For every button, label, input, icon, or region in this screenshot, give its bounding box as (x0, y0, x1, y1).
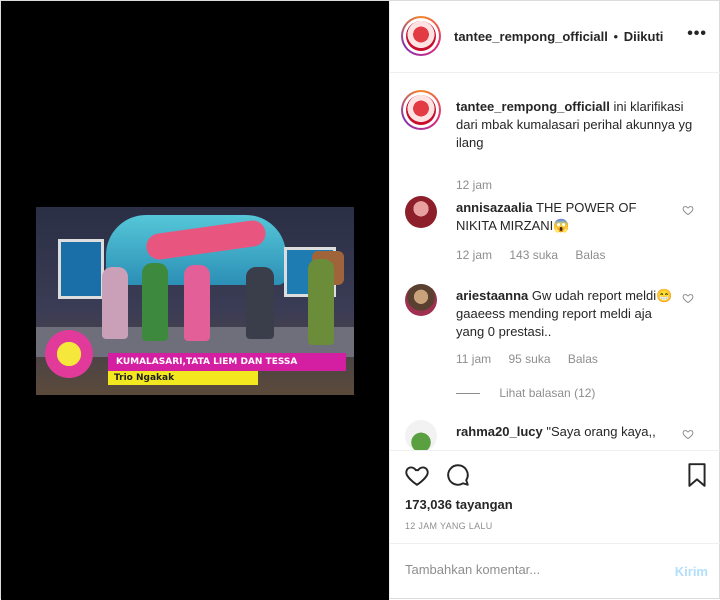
post-side-panel: tantee_rempong_officiall • Diikuti ••• t… (389, 1, 720, 600)
comment-likes[interactable]: 95 suka (508, 352, 550, 366)
person (308, 259, 334, 345)
separator-dot: • (613, 29, 619, 44)
person (184, 265, 210, 341)
like-heart-icon[interactable] (404, 462, 430, 488)
post-header: tantee_rempong_officiall • Diikuti ••• (390, 1, 720, 73)
view-replies[interactable]: Lihat balasan (12) (456, 386, 595, 400)
avatar[interactable] (401, 90, 441, 130)
avatar[interactable] (401, 16, 441, 56)
show-logo (42, 325, 96, 383)
reply-button[interactable]: Balas (568, 352, 598, 366)
heart-icon[interactable] (682, 428, 694, 440)
caption-time[interactable]: 12 jam (456, 178, 492, 192)
comment-text: ariestaanna Gw udah report meldi😁 gaaees… (456, 287, 676, 341)
avatar[interactable] (405, 196, 437, 228)
lower-third-title: KUMALASARI,TATA LIEM DAN TESSA MARISKA (108, 353, 346, 385)
comment-input[interactable] (405, 562, 645, 577)
comment-time[interactable]: 11 jam (456, 352, 491, 366)
comment-body: "Saya orang kaya,, (546, 424, 656, 439)
comment-meta: 12 jam 143 suka Balas (456, 248, 619, 262)
media-pane: KUMALASARI,TATA LIEM DAN TESSA MARISKA T… (1, 1, 389, 600)
more-options-icon[interactable]: ••• (687, 25, 707, 43)
divider (456, 393, 480, 395)
comment-username[interactable]: rahma20_lucy (456, 424, 543, 439)
person (246, 267, 274, 339)
follow-status-button[interactable]: Diikuti (624, 29, 664, 44)
comment-composer: Kirim (390, 543, 720, 600)
comment-bubble-icon[interactable] (445, 462, 471, 488)
post-comment-button[interactable]: Kirim (675, 564, 708, 579)
person (142, 263, 168, 341)
header-username-row: tantee_rempong_officiall • Diikuti (454, 29, 663, 44)
comment-meta: 11 jam 95 suka Balas (456, 352, 612, 366)
comment-text: annisazaalia THE POWER OF NIKITA MIRZANI… (456, 199, 676, 235)
avatar[interactable] (405, 284, 437, 316)
heart-icon[interactable] (682, 292, 694, 304)
view-replies-label[interactable]: Lihat balasan (12) (499, 386, 595, 400)
username-link[interactable]: tantee_rempong_officiall (454, 29, 608, 44)
comments-list[interactable]: tantee_rempong_officiall ini klarifikasi… (390, 74, 720, 450)
video-player[interactable]: KUMALASARI,TATA LIEM DAN TESSA MARISKA T… (36, 207, 354, 395)
post-timestamp[interactable]: 12 JAM YANG LALU (405, 521, 493, 531)
avatar[interactable] (405, 420, 437, 450)
view-count[interactable]: 173,036 tayangan (405, 497, 513, 512)
caption-username[interactable]: tantee_rempong_officiall (456, 99, 610, 114)
comment-time[interactable]: 12 jam (456, 248, 492, 262)
person (102, 267, 128, 339)
set-screen-left (58, 239, 104, 299)
lower-third-subtitle: Trio Ngakak (108, 371, 258, 385)
comment-username[interactable]: annisazaalia (456, 200, 533, 215)
post-dialog: KUMALASARI,TATA LIEM DAN TESSA MARISKA T… (0, 0, 720, 600)
bookmark-icon[interactable] (684, 462, 710, 488)
heart-icon[interactable] (682, 204, 694, 216)
caption-text: tantee_rempong_officiall ini klarifikasi… (456, 98, 706, 152)
comment-username[interactable]: ariestaanna (456, 288, 528, 303)
comment-likes[interactable]: 143 suka (509, 248, 558, 262)
reply-button[interactable]: Balas (575, 248, 605, 262)
comment-text: rahma20_lucy "Saya orang kaya,, (456, 423, 676, 441)
post-actions: 173,036 tayangan 12 JAM YANG LALU (390, 450, 720, 540)
